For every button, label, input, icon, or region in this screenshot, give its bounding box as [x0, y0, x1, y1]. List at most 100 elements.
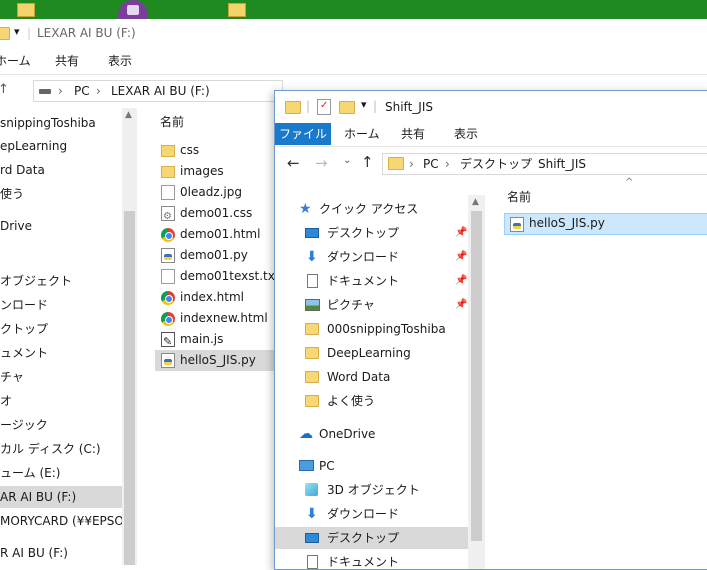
- drive-icon: [39, 89, 51, 94]
- back-file-list: css images 0leadz.jpg demo01.css demo01.…: [155, 140, 285, 380]
- nav-item[interactable]: ージック: [0, 414, 48, 436]
- back-nav-pane: snippingToshiba epLearning rd Data 使う Dr…: [0, 108, 122, 565]
- folder-icon: [285, 101, 301, 114]
- document-icon: [307, 555, 318, 569]
- nav-item-desktop[interactable]: デスクトップ 📌: [305, 222, 468, 244]
- tab-file[interactable]: ファイル: [275, 123, 331, 145]
- download-icon: ⬇: [306, 506, 318, 522]
- nav-item[interactable]: カル ディスク (C:): [0, 438, 101, 460]
- qat-dropdown-icon[interactable]: ▾: [14, 25, 20, 38]
- taskbar-app-icon[interactable]: [118, 0, 148, 19]
- taskbar: [0, 0, 707, 19]
- nav-item[interactable]: クトップ: [0, 318, 48, 340]
- nav-item[interactable]: 使う: [0, 183, 24, 205]
- list-item-selected[interactable]: helloS_JIS.py: [504, 213, 707, 235]
- desktop-icon: [305, 533, 319, 543]
- breadcrumb-pc[interactable]: PC: [74, 81, 90, 101]
- taskbar-folder-icon[interactable]: [17, 3, 35, 17]
- tab-view[interactable]: 表示: [108, 50, 132, 72]
- breadcrumb-desktop[interactable]: デスクトップ: [460, 154, 532, 174]
- picture-icon: [305, 299, 320, 311]
- up-arrow-icon[interactable]: ↑: [361, 153, 374, 171]
- chrome-icon: [161, 312, 175, 326]
- pin-icon[interactable]: 📌: [455, 294, 467, 316]
- tab-view[interactable]: 表示: [454, 123, 478, 145]
- folder-icon: [305, 395, 319, 407]
- qat-dropdown-icon[interactable]: ▾: [361, 98, 367, 111]
- window-title: Shift_JIS: [385, 100, 433, 114]
- new-folder-icon[interactable]: [339, 101, 355, 114]
- nav-item[interactable]: R AI BU (F:): [0, 542, 68, 564]
- back-nav-scrollbar[interactable]: ▲: [122, 108, 137, 565]
- tab-home[interactable]: ホーム: [0, 50, 31, 72]
- folder-icon: [305, 347, 319, 359]
- computer-icon: [299, 460, 314, 471]
- breadcrumb-pc[interactable]: PC: [423, 154, 439, 174]
- folder-icon: [161, 166, 175, 178]
- text-file-icon: [161, 269, 175, 284]
- python-file-icon: [510, 217, 524, 232]
- nav-item[interactable]: rd Data: [0, 159, 45, 181]
- breadcrumb-shift-jis[interactable]: Shift_JIS: [538, 154, 586, 174]
- front-address-bar[interactable]: › PC › デスクトップ › Shift_JIS: [382, 153, 707, 175]
- nav-item[interactable]: ンロード: [0, 294, 48, 316]
- front-window: | ✓ ▾ | Shift_JIS ファイル ホーム 共有 表示 ← → ⌄ ↑…: [274, 90, 707, 570]
- back-window-titlebar: ▾ | LEXAR AI BU (F:): [0, 20, 707, 48]
- nav-item[interactable]: チャ: [0, 366, 24, 388]
- taskbar-folder-icon[interactable]: [228, 3, 246, 17]
- download-icon: ⬇: [306, 249, 318, 265]
- tab-share[interactable]: 共有: [55, 50, 79, 72]
- nav-item[interactable]: ューム (E:): [0, 462, 60, 484]
- nav-item-downloads[interactable]: ⬇ ダウンロード 📌: [305, 246, 468, 268]
- back-address-bar[interactable]: › PC › LEXAR AI BU (F:): [33, 80, 283, 102]
- scrollbar-thumb[interactable]: [124, 211, 135, 565]
- nav-item-selected[interactable]: AR AI BU (F:): [0, 486, 122, 508]
- nav-item[interactable]: Drive: [0, 215, 32, 237]
- scroll-up-icon[interactable]: ▲: [472, 197, 479, 207]
- folder-icon: [305, 323, 319, 335]
- chrome-icon: [161, 228, 175, 242]
- folder-icon: [388, 157, 404, 170]
- folder-icon: [0, 27, 10, 40]
- folder-icon: [305, 371, 319, 383]
- nav-item[interactable]: epLearning: [0, 135, 67, 157]
- window-title: LEXAR AI BU (F:): [37, 26, 136, 40]
- star-icon: ★: [299, 201, 312, 217]
- nav-item[interactable]: オ: [0, 390, 12, 412]
- recent-dropdown-icon[interactable]: ⌄: [343, 155, 351, 166]
- python-file-icon: [161, 353, 175, 368]
- list-item-selected[interactable]: helloS_JIS.py: [155, 350, 275, 371]
- back-arrow-icon[interactable]: ←: [287, 154, 300, 172]
- nav-item-pictures[interactable]: ピクチャ 📌: [305, 294, 468, 316]
- folder-icon: [161, 145, 175, 157]
- document-icon: [307, 274, 318, 288]
- tab-home[interactable]: ホーム: [344, 123, 380, 145]
- nav-item[interactable]: MORYCARD (¥¥EPSON: [0, 510, 122, 532]
- desktop-icon: [305, 228, 319, 238]
- forward-arrow-icon[interactable]: →: [315, 154, 328, 172]
- sort-indicator-icon: ^: [625, 177, 634, 188]
- nav-item[interactable]: snippingToshiba: [0, 112, 96, 134]
- column-header-name[interactable]: 名前: [507, 188, 531, 205]
- pin-icon[interactable]: 📌: [455, 270, 467, 292]
- front-nav-scrollbar[interactable]: ▲: [468, 195, 485, 569]
- nav-item-desktop-selected[interactable]: デスクトップ: [275, 527, 468, 549]
- js-file-icon: [161, 331, 175, 352]
- front-nav-pane: ★ クイック アクセス デスクトップ 📌 ⬇ ダウンロード 📌 ドキュメント 📌…: [275, 195, 468, 569]
- pin-icon[interactable]: 📌: [455, 246, 467, 268]
- up-arrow-icon[interactable]: ↑: [0, 82, 9, 97]
- pin-icon[interactable]: 📌: [455, 222, 467, 244]
- column-header-name[interactable]: 名前: [160, 113, 184, 130]
- python-file-icon: [161, 248, 175, 263]
- tab-share[interactable]: 共有: [401, 123, 425, 145]
- properties-icon[interactable]: ✓: [317, 99, 331, 115]
- scroll-up-icon[interactable]: ▲: [125, 110, 132, 120]
- nav-item[interactable]: オブジェクト: [0, 270, 72, 292]
- nav-item[interactable]: ュメント: [0, 342, 48, 364]
- image-file-icon: [161, 185, 175, 200]
- scrollbar-thumb[interactable]: [471, 211, 482, 541]
- nav-item-documents[interactable]: ドキュメント 📌: [305, 270, 468, 292]
- cloud-icon: ☁: [299, 426, 313, 442]
- nav-quick-access[interactable]: ★ クイック アクセス: [299, 198, 459, 220]
- breadcrumb-drive[interactable]: LEXAR AI BU (F:): [111, 81, 210, 101]
